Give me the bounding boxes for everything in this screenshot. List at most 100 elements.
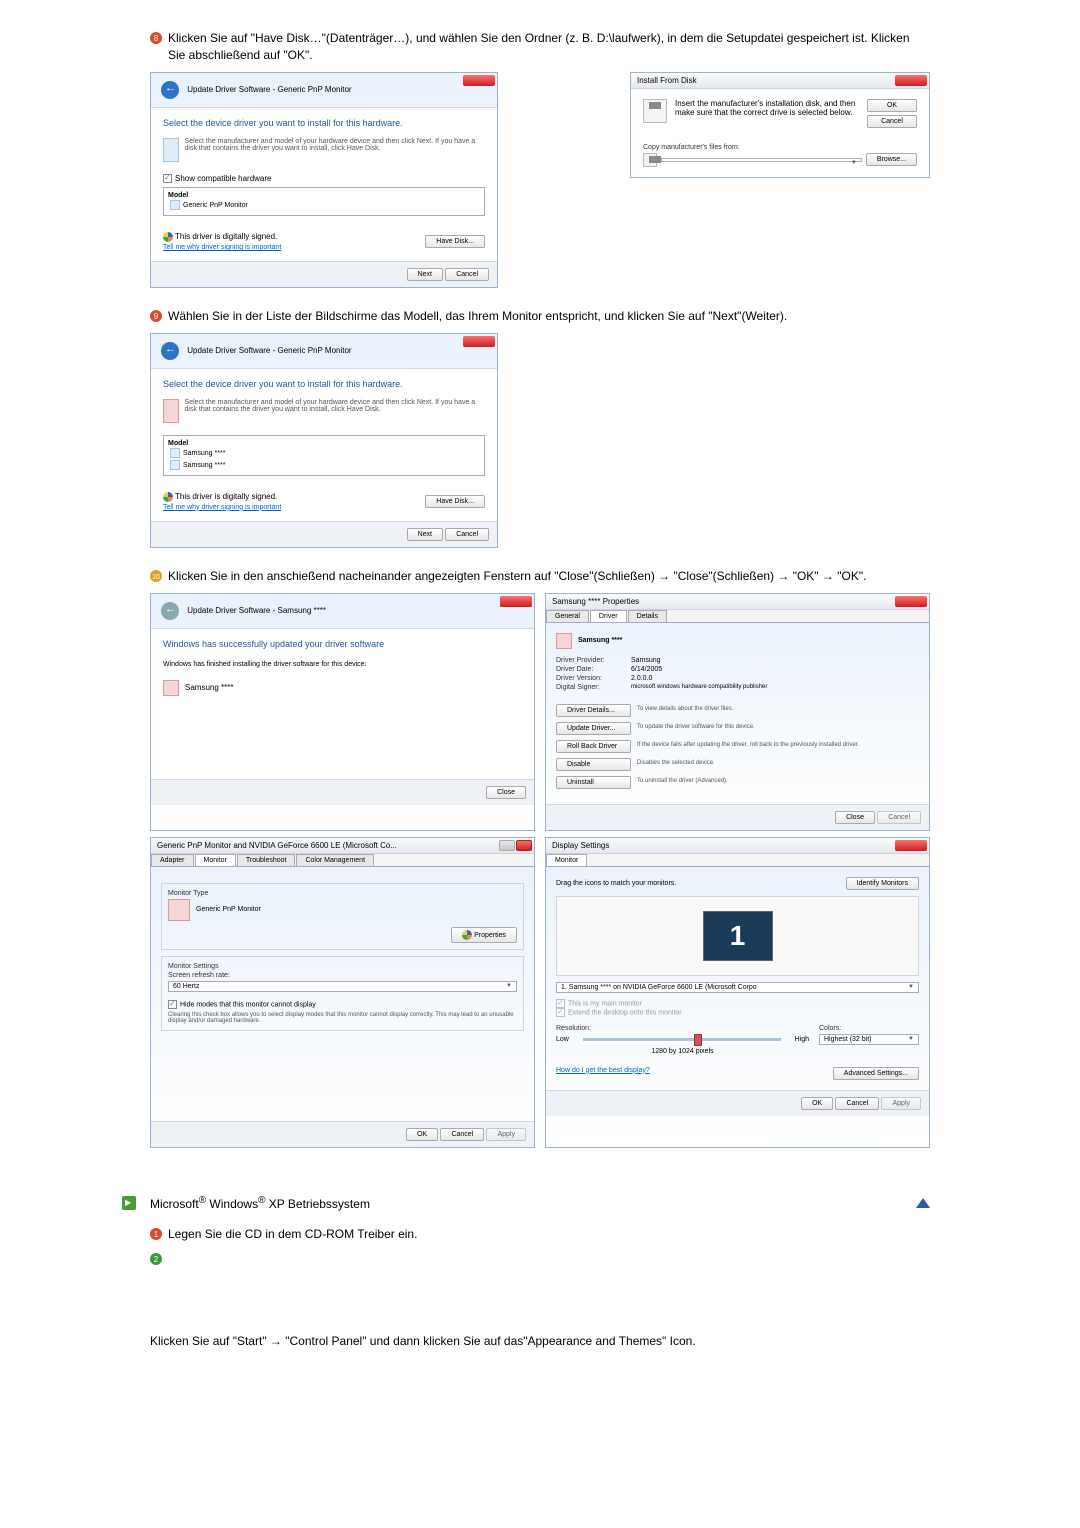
monitor-1-icon[interactable]: 1 [703, 911, 773, 961]
colors-dropdown[interactable]: Highest (32 bit) [819, 1034, 919, 1045]
resolution-slider[interactable] [583, 1038, 781, 1041]
uninstall-desc: To uninstall the driver (Advanced). [637, 776, 919, 784]
section-bullet-icon [122, 1196, 136, 1210]
monitor-properties-dialog: Generic PnP Monitor and NVIDIA GeForce 6… [150, 837, 535, 1148]
tab-adapter[interactable]: Adapter [151, 854, 194, 866]
close-icon[interactable] [895, 596, 927, 607]
model-header: Model [168, 440, 480, 447]
install-from-disk-dialog: Install From Disk Insert the manufacture… [630, 72, 930, 178]
signing-link[interactable]: Tell me why driver signing is important [163, 244, 281, 251]
dialog-title: Samsung **** Properties [546, 594, 929, 610]
success-heading: Windows has successfully updated your dr… [163, 639, 522, 649]
cancel-button[interactable]: Cancel [440, 1128, 484, 1141]
signed-text: This driver is digitally signed. [175, 232, 277, 241]
dialog-title: Generic PnP Monitor and NVIDIA GeForce 6… [151, 838, 534, 854]
help-icon[interactable] [499, 840, 515, 851]
close-icon[interactable] [895, 840, 927, 851]
close-button[interactable]: Close [486, 786, 526, 799]
colors-label: Colors: [819, 1025, 919, 1032]
tab-driver[interactable]: Driver [590, 610, 627, 622]
ok-button[interactable]: OK [406, 1128, 438, 1141]
copy-from-label: Copy manufacturer's files from: [643, 144, 917, 151]
tab-monitor[interactable]: Monitor [195, 854, 236, 866]
cancel-button[interactable]: Cancel [445, 268, 489, 281]
display-select[interactable]: 1. Samsung **** on NVIDIA GeForce 6600 L… [556, 982, 919, 993]
back-icon[interactable] [161, 342, 179, 360]
hide-modes-checkbox[interactable] [168, 1000, 177, 1009]
close-button[interactable]: Close [835, 811, 875, 824]
monitor-icon [170, 200, 180, 210]
dialog-title: Display Settings [546, 838, 929, 854]
model-item: Generic PnP Monitor [183, 202, 248, 209]
resolution-value: 1280 by 1024 pixels [556, 1048, 809, 1055]
monitor-icon [170, 460, 180, 470]
dialog-subtext: Select the manufacturer and model of you… [185, 399, 485, 423]
ok-button[interactable]: OK [867, 99, 917, 112]
refresh-label: Screen refresh rate: [168, 972, 517, 979]
rollback-button[interactable]: Roll Back Driver [556, 740, 631, 753]
cancel-button[interactable]: Cancel [445, 528, 489, 541]
cancel-button[interactable]: Cancel [867, 115, 917, 128]
update-driver-button[interactable]: Update Driver... [556, 722, 631, 735]
show-compat-checkbox[interactable] [163, 174, 172, 183]
step10-text: Klicken Sie in den anschießend nacheinan… [168, 568, 930, 585]
tab-color[interactable]: Color Management [296, 854, 374, 866]
tab-general[interactable]: General [546, 610, 589, 622]
close-icon[interactable] [516, 840, 532, 851]
close-icon[interactable] [463, 75, 495, 86]
signing-link[interactable]: Tell me why driver signing is important [163, 504, 281, 511]
browse-button[interactable]: Browse... [866, 153, 917, 166]
version-value: 2.0.0.0 [631, 675, 652, 682]
drive-icon [643, 153, 657, 167]
monitor-settings-label: Monitor Settings [168, 963, 517, 970]
update-desc: To update the driver software for this d… [637, 722, 919, 730]
dialog-crumb: Update Driver Software - Samsung **** [187, 606, 326, 615]
provider-label: Driver Provider: [556, 657, 631, 664]
back-icon[interactable] [161, 81, 179, 99]
bullet-2: 2 [154, 1255, 159, 1264]
tab-monitor[interactable]: Monitor [546, 854, 587, 866]
close-icon[interactable] [463, 336, 495, 347]
step9-text: Wählen Sie in der Liste der Bildschirme … [168, 308, 930, 325]
device-properties-dialog: Samsung **** Properties General Driver D… [545, 593, 930, 831]
dialog-heading: Select the device driver you want to ins… [163, 379, 485, 389]
drag-text: Drag the icons to match your monitors. [556, 880, 676, 887]
disable-desc: Disables the selected device. [637, 758, 919, 766]
update-driver-dialog-select: Update Driver Software - Generic PnP Mon… [150, 333, 498, 548]
next-button[interactable]: Next [407, 268, 443, 281]
driver-details-button[interactable]: Driver Details... [556, 704, 631, 717]
monitor-icon [556, 633, 572, 649]
apply-button: Apply [881, 1097, 921, 1110]
model-header: Model [168, 192, 480, 199]
best-display-link[interactable]: How do I get the best display? [556, 1067, 650, 1080]
model-listbox[interactable]: Model Samsung **** Samsung **** [163, 435, 485, 476]
properties-button[interactable]: Properties [451, 927, 517, 943]
tab-details[interactable]: Details [628, 610, 667, 622]
extend-checkbox [556, 1008, 565, 1017]
monitor-type-value: Generic PnP Monitor [196, 906, 261, 913]
model-listbox[interactable]: Model Generic PnP Monitor [163, 187, 485, 216]
close-icon[interactable] [895, 75, 927, 86]
path-dropdown[interactable] [661, 158, 862, 162]
res-high: High [795, 1036, 809, 1043]
advanced-button[interactable]: Advanced Settings... [833, 1067, 919, 1080]
refresh-dropdown[interactable]: 60 Hertz [168, 981, 517, 992]
shield-icon [163, 492, 173, 502]
signer-label: Digital Signer: [556, 684, 631, 691]
xp-header: Microsoft® Windows® XP Betriebssystem [150, 1194, 902, 1213]
driver-icon [163, 138, 179, 162]
next-button[interactable]: Next [407, 528, 443, 541]
dialog-heading: Select the device driver you want to ins… [163, 118, 485, 128]
tab-troubleshoot[interactable]: Troubleshoot [237, 854, 296, 866]
identify-button[interactable]: Identify Monitors [846, 877, 919, 890]
have-disk-button[interactable]: Have Disk... [425, 235, 485, 248]
uninstall-button[interactable]: Uninstall [556, 776, 631, 789]
ok-button[interactable]: OK [801, 1097, 833, 1110]
disable-button[interactable]: Disable [556, 758, 631, 771]
show-compat-label: Show compatible hardware [175, 174, 272, 183]
cancel-button[interactable]: Cancel [835, 1097, 879, 1110]
close-icon[interactable] [500, 596, 532, 607]
have-disk-button[interactable]: Have Disk... [425, 495, 485, 508]
res-low: Low [556, 1036, 569, 1043]
dialog-subtext: Select the manufacturer and model of you… [185, 138, 485, 162]
